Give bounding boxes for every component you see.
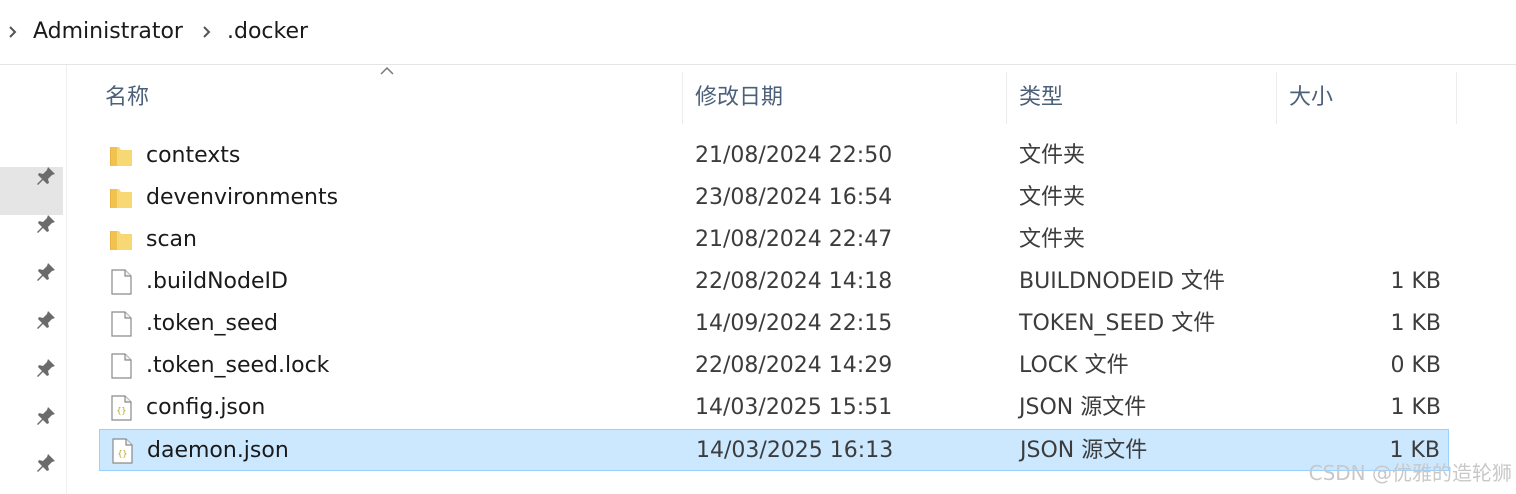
file-icon bbox=[109, 353, 133, 379]
file-row[interactable]: .token_seed 14/09/2024 22:15 TOKEN_SEED 文件… bbox=[99, 303, 1449, 345]
file-name: contexts bbox=[146, 143, 241, 168]
file-modified-date: 21/08/2024 22:50 bbox=[695, 143, 893, 168]
svg-text:{}: {} bbox=[118, 449, 128, 458]
file-row[interactable]: {} config.json 14/03/2025 15:51 JSON 源文件 1 K… bbox=[99, 387, 1449, 429]
file-size: 1 KB bbox=[1390, 269, 1441, 294]
file-type: TOKEN_SEED 文件 bbox=[1019, 311, 1216, 336]
pin-icon[interactable] bbox=[35, 405, 57, 427]
file-icon bbox=[109, 269, 133, 295]
folder-icon bbox=[109, 143, 133, 169]
file-name: config.json bbox=[146, 395, 266, 420]
file-size: 0 KB bbox=[1390, 353, 1441, 378]
file-name: scan bbox=[146, 227, 197, 252]
breadcrumb-item-administrator[interactable]: Administrator bbox=[33, 17, 183, 47]
folder-icon bbox=[109, 185, 133, 211]
column-divider[interactable] bbox=[1006, 72, 1007, 124]
column-header-type[interactable]: 类型 bbox=[1019, 72, 1063, 124]
chevron-right-icon[interactable] bbox=[202, 23, 212, 41]
file-row[interactable]: .buildNodeID 22/08/2024 14:18 BUILDNODEID … bbox=[99, 261, 1449, 303]
pin-icon[interactable] bbox=[35, 213, 57, 235]
column-header-name[interactable]: 名称 bbox=[105, 72, 149, 124]
file-type: 文件夹 bbox=[1019, 227, 1086, 252]
file-type: 文件夹 bbox=[1019, 143, 1086, 168]
column-header-size[interactable]: 大小 bbox=[1289, 72, 1333, 124]
file-row[interactable]: {} daemon.json 14/03/2025 16:13 JSON 源文件 1 K… bbox=[99, 429, 1449, 471]
chevron-right-icon[interactable] bbox=[8, 23, 18, 41]
file-modified-date: 21/08/2024 22:47 bbox=[695, 227, 893, 252]
file-type: JSON 源文件 bbox=[1020, 438, 1148, 463]
pin-icon[interactable] bbox=[35, 165, 57, 187]
file-name: .buildNodeID bbox=[146, 269, 288, 294]
file-modified-date: 23/08/2024 16:54 bbox=[695, 185, 893, 210]
file-size: 1 KB bbox=[1390, 395, 1441, 420]
column-divider[interactable] bbox=[682, 72, 683, 124]
json-file-icon: {} bbox=[109, 395, 133, 421]
column-header-date[interactable]: 修改日期 bbox=[695, 72, 783, 124]
watermark: CSDN @优雅的造轮狮 bbox=[1308, 461, 1512, 485]
file-size: 1 KB bbox=[1390, 311, 1441, 336]
file-modified-date: 22/08/2024 14:18 bbox=[695, 269, 893, 294]
file-modified-date: 14/03/2025 16:13 bbox=[696, 438, 894, 463]
pin-icon[interactable] bbox=[35, 452, 57, 474]
file-name: devenvironments bbox=[146, 185, 339, 210]
navigation-pane bbox=[0, 65, 67, 494]
breadcrumb-item-docker[interactable]: .docker bbox=[227, 17, 308, 47]
file-name: .token_seed bbox=[146, 311, 279, 336]
file-icon bbox=[109, 311, 133, 337]
file-modified-date: 14/03/2025 15:51 bbox=[695, 395, 893, 420]
file-name: .token_seed.lock bbox=[146, 353, 330, 378]
svg-text:{}: {} bbox=[117, 406, 127, 415]
sort-up-icon bbox=[380, 66, 394, 75]
file-row[interactable]: scan 21/08/2024 22:47 文件夹 bbox=[99, 219, 1449, 261]
file-type: 文件夹 bbox=[1019, 185, 1086, 210]
column-divider[interactable] bbox=[1456, 72, 1457, 124]
file-type: BUILDNODEID 文件 bbox=[1019, 269, 1225, 294]
file-row[interactable]: devenvironments 23/08/2024 16:54 文件夹 bbox=[99, 177, 1449, 219]
column-divider[interactable] bbox=[1276, 72, 1277, 124]
json-file-icon: {} bbox=[110, 438, 134, 464]
file-row[interactable]: contexts 21/08/2024 22:50 文件夹 bbox=[99, 135, 1449, 177]
file-type: JSON 源文件 bbox=[1019, 395, 1147, 420]
file-modified-date: 22/08/2024 14:29 bbox=[695, 353, 893, 378]
pin-icon[interactable] bbox=[35, 309, 57, 331]
file-type: LOCK 文件 bbox=[1019, 353, 1129, 378]
folder-icon bbox=[109, 227, 133, 253]
pin-icon[interactable] bbox=[35, 357, 57, 379]
file-row[interactable]: .token_seed.lock 22/08/2024 14:29 LOCK 文件 0… bbox=[99, 345, 1449, 387]
file-name: daemon.json bbox=[147, 438, 289, 463]
pin-icon[interactable] bbox=[35, 261, 57, 283]
file-modified-date: 14/09/2024 22:15 bbox=[695, 311, 893, 336]
breadcrumb: Administrator .docker bbox=[0, 0, 1516, 65]
